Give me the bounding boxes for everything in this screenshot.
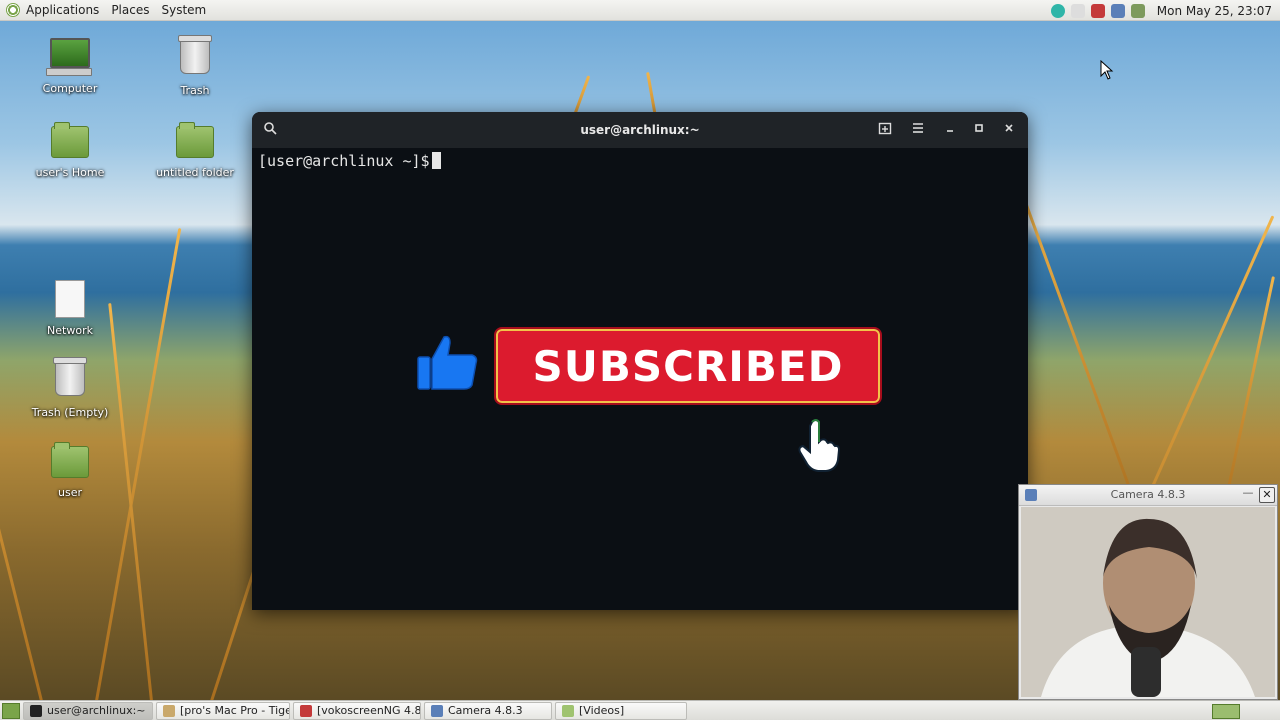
taskbar-item-videos[interactable]: [Videos] bbox=[555, 701, 687, 720]
show-desktop-icon[interactable] bbox=[2, 702, 20, 719]
taskbar-item-terminal[interactable]: user@archlinux:~ bbox=[23, 701, 153, 720]
folder-icon bbox=[562, 704, 574, 717]
browser-icon bbox=[163, 704, 175, 717]
minimize-icon[interactable]: — bbox=[1241, 487, 1255, 501]
taskbar-item-browser[interactable]: [pro's Mac Pro - Tige... bbox=[156, 701, 290, 720]
camera-title: Camera 4.8.3 bbox=[1110, 488, 1186, 501]
system-tray: Mon May 25, 23:07 bbox=[1050, 0, 1280, 21]
shell-prompt: [user@archlinux ~]$ bbox=[258, 152, 430, 170]
desktop-icon-trash-empty[interactable]: Trash (Empty) bbox=[20, 357, 120, 419]
distro-logo-icon[interactable] bbox=[6, 3, 20, 17]
menu-system[interactable]: System bbox=[155, 0, 212, 21]
desktop-icon-label: Trash bbox=[180, 84, 210, 97]
desktop-icon-label: Network bbox=[47, 324, 93, 337]
monitor-icon[interactable] bbox=[1130, 3, 1145, 18]
menu-places[interactable]: Places bbox=[105, 0, 155, 21]
desktop-icon-computer[interactable]: Computer bbox=[20, 38, 120, 95]
desktop-icon-untitled-folder[interactable]: untitled folder bbox=[145, 120, 245, 179]
desktop-icon-label: untitled folder bbox=[156, 166, 234, 179]
network-manager-icon[interactable] bbox=[1050, 3, 1065, 18]
clock[interactable]: Mon May 25, 23:07 bbox=[1157, 4, 1272, 18]
home-folder-icon bbox=[51, 122, 89, 158]
desktop-icon-label: user bbox=[58, 486, 82, 499]
taskbar-item-camera[interactable]: Camera 4.8.3 bbox=[424, 701, 552, 720]
camera-title-bar[interactable]: Camera 4.8.3 — ✕ bbox=[1019, 485, 1277, 506]
terminal-icon bbox=[30, 704, 42, 717]
desktop-icon-network[interactable]: Network bbox=[20, 280, 120, 337]
taskbar-item-label: [pro's Mac Pro - Tige... bbox=[180, 704, 289, 717]
taskbar-item-label: [vokoscreenNG 4.8.3] bbox=[317, 704, 421, 717]
minimize-icon[interactable] bbox=[941, 121, 959, 139]
trash-icon bbox=[178, 35, 212, 74]
desktop-icon-label: Trash (Empty) bbox=[31, 406, 109, 419]
network-icon bbox=[55, 280, 85, 318]
new-tab-icon[interactable] bbox=[876, 121, 894, 139]
taskbar-item-label: Camera 4.8.3 bbox=[448, 704, 523, 717]
bottom-taskbar: user@archlinux:~ [pro's Mac Pro - Tige..… bbox=[0, 700, 1280, 720]
text-cursor bbox=[431, 152, 441, 169]
trash-icon bbox=[53, 357, 87, 396]
desktop-icon-user[interactable]: user bbox=[20, 440, 120, 499]
subscribed-banner-text: SUBSCRIBED bbox=[532, 341, 844, 391]
home-folder-icon bbox=[51, 442, 89, 478]
desktop-icon-trash[interactable]: Trash bbox=[145, 35, 245, 97]
camera-window[interactable]: Camera 4.8.3 — ✕ bbox=[1018, 484, 1278, 700]
taskbar-item-label: [Videos] bbox=[579, 704, 625, 717]
taskbar-item-label: user@archlinux:~ bbox=[47, 704, 146, 717]
top-panel: Applications Places System Mon May 25, 2… bbox=[0, 0, 1280, 21]
close-icon[interactable] bbox=[1000, 121, 1018, 139]
maximize-icon[interactable] bbox=[970, 121, 988, 139]
hamburger-menu-icon[interactable] bbox=[909, 121, 927, 139]
vokoscreen-icon bbox=[300, 704, 312, 717]
subscribed-banner[interactable]: SUBSCRIBED bbox=[494, 327, 882, 405]
terminal-output[interactable]: [user@archlinux ~]$ bbox=[252, 148, 1028, 174]
folder-icon bbox=[176, 122, 214, 158]
desktop-icon-label: user's Home bbox=[35, 166, 105, 179]
desktop-icon-users-home[interactable]: user's Home bbox=[20, 120, 120, 179]
camera-app-icon bbox=[1025, 489, 1037, 501]
record-icon[interactable] bbox=[1090, 3, 1105, 18]
terminal-header-bar[interactable]: user@archlinux:~ bbox=[252, 112, 1028, 148]
hand-pointer-icon bbox=[798, 419, 840, 472]
taskbar-item-vokoscreen[interactable]: [vokoscreenNG 4.8.3] bbox=[293, 701, 421, 720]
mouse-pointer-icon bbox=[1100, 60, 1114, 80]
computer-icon bbox=[46, 38, 92, 76]
workspace-switcher[interactable] bbox=[1212, 704, 1240, 719]
camera-icon bbox=[431, 704, 443, 717]
volume-icon[interactable] bbox=[1070, 3, 1085, 18]
menu-applications[interactable]: Applications bbox=[20, 0, 105, 21]
desktop-icon-label: Computer bbox=[42, 82, 98, 95]
webcam-feed bbox=[1021, 507, 1275, 697]
camera-tray-icon[interactable] bbox=[1110, 3, 1125, 18]
close-icon[interactable]: ✕ bbox=[1259, 487, 1275, 503]
thumbs-up-icon bbox=[417, 335, 478, 390]
